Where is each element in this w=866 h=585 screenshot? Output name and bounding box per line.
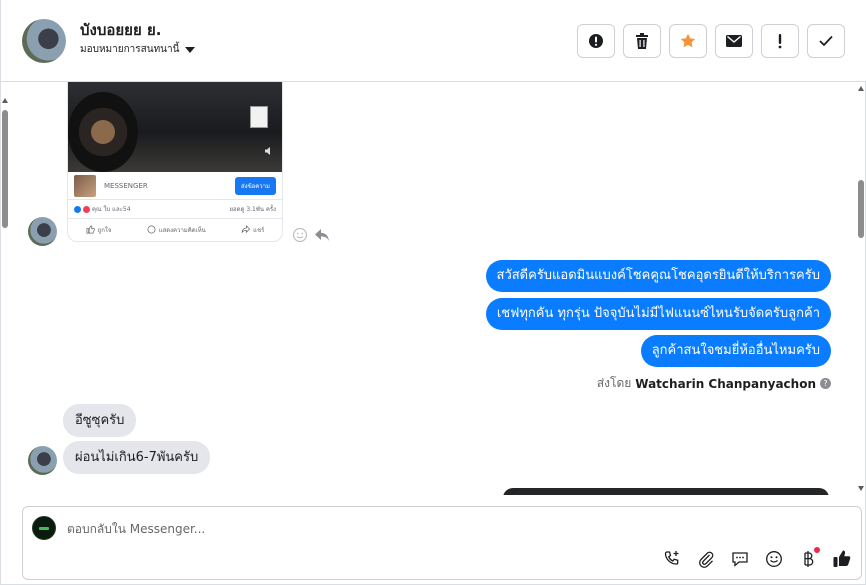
left-scrollbar[interactable] <box>1 98 9 483</box>
caret-down-icon <box>185 46 196 53</box>
exclamation-circle-icon <box>589 34 603 48</box>
done-button[interactable] <box>807 24 845 58</box>
star-icon <box>680 33 696 48</box>
incoming-message[interactable]: ผ่อนไม่เกิน6-7พันครับ <box>63 441 211 474</box>
attachment-button[interactable] <box>696 549 716 569</box>
assign-label: มอบหมายการสนทนานี้ <box>80 44 180 55</box>
inbox-conversation-panel: บังบอยยย ย. มอบหมายการสนทนานี้ MESSENGER… <box>0 0 866 585</box>
like-icon <box>833 550 851 567</box>
composer-tools <box>662 547 852 569</box>
like-send-button[interactable] <box>832 549 852 569</box>
license-plate-image <box>250 106 268 128</box>
contact-name[interactable]: บังบอยยย ย. <box>80 18 161 42</box>
attachment-icon <box>699 551 714 568</box>
saved-replies-icon <box>732 552 748 567</box>
message-tools <box>292 227 330 243</box>
like-post-button[interactable]: ถูกใจ <box>86 225 112 235</box>
share-label: แชร์ <box>253 226 265 234</box>
check-icon <box>819 35 833 47</box>
comment-post-button[interactable]: แสดงความคิดเห็น <box>147 225 206 235</box>
add-call-button[interactable] <box>662 549 682 569</box>
shared-post-card[interactable]: MESSENGER ส่งข้อความ คุณ ใบ และ54 ยอดดู … <box>67 82 283 242</box>
react-emoji-icon[interactable] <box>292 227 308 243</box>
incoming-message[interactable]: อีซูซุครับ <box>63 404 137 437</box>
scrollbar-thumb[interactable] <box>2 110 8 228</box>
partial-message-bubble[interactable] <box>503 488 829 495</box>
reply-icon[interactable] <box>314 228 330 242</box>
scroll-up-arrow-icon[interactable] <box>858 86 864 91</box>
right-scrollbar[interactable] <box>857 82 865 495</box>
love-reaction-icon <box>83 205 90 213</box>
post-reactions[interactable]: คุณ ใบ และ54 <box>74 204 131 214</box>
messenger-label: MESSENGER <box>104 181 148 190</box>
help-icon[interactable]: ? <box>820 378 831 389</box>
page-logo-avatar <box>32 516 56 540</box>
car-wheel-image <box>68 92 138 172</box>
volume-icon[interactable] <box>264 146 274 156</box>
delete-button[interactable] <box>623 24 661 58</box>
outgoing-message[interactable]: ลูกค้าสนใจชมยี่ห้ออื่นไหมครับ <box>640 335 831 367</box>
page-thumbnail <box>74 174 96 197</box>
spam-button[interactable] <box>577 24 615 58</box>
comment-icon <box>147 225 156 234</box>
reply-input[interactable] <box>67 519 667 539</box>
mark-unread-button[interactable] <box>715 24 753 58</box>
comment-label: แสดงความคิดเห็น <box>158 226 206 234</box>
share-post-button[interactable]: แชร์ <box>241 225 264 235</box>
views-text: ยอดดู 3.1พัน ครั้ง <box>229 206 277 213</box>
assign-conversation-dropdown[interactable]: มอบหมายการสนทนานี้ <box>80 42 196 57</box>
send-message-button[interactable]: ส่งข้อความ <box>234 176 276 195</box>
sent-by-name[interactable]: Watcharin Chanpanyachon <box>635 377 816 391</box>
contact-avatar-small <box>28 446 57 475</box>
message-thread[interactable]: MESSENGER ส่งข้อความ คุณ ใบ และ54 ยอดดู … <box>1 82 866 495</box>
like-label: ถูกใจ <box>97 226 112 234</box>
saved-replies-button[interactable] <box>730 549 750 569</box>
scroll-down-arrow-icon[interactable] <box>858 486 864 491</box>
exclamation-icon <box>778 34 782 49</box>
share-icon <box>241 225 251 234</box>
post-photo <box>68 82 282 172</box>
post-messenger-bar: MESSENGER ส่งข้อความ <box>68 172 282 200</box>
payment-button[interactable] <box>798 547 820 569</box>
emoji-button[interactable] <box>764 549 784 569</box>
scrollbar-thumb[interactable] <box>858 180 864 238</box>
trash-icon <box>636 33 648 49</box>
sent-by-prefix: ส่งโดย <box>596 376 632 390</box>
add-call-icon <box>664 551 679 565</box>
outgoing-message[interactable]: เชฟทุกคัน ทุกรุ่น ปัจจุบันไม่มีไฟแนนซ์ไห… <box>485 298 831 330</box>
conversation-header: บังบอยยย ย. มอบหมายการสนทนานี้ <box>1 0 866 82</box>
outgoing-message[interactable]: สวัสดีครับแอดมินแบงค์โชคคูณโชคอุดรยินดีใ… <box>485 260 831 292</box>
contact-avatar-small <box>28 217 57 246</box>
sent-by-line: ส่งโดย Watcharin Chanpanyachon ? <box>597 374 831 393</box>
post-stats: คุณ ใบ และ54 ยอดดู 3.1พัน ครั้ง <box>68 200 282 218</box>
payment-icon <box>804 551 814 567</box>
notification-dot <box>814 547 820 553</box>
envelope-icon <box>726 35 742 47</box>
reply-composer <box>22 506 862 580</box>
like-reaction-icon <box>74 205 81 213</box>
contact-avatar[interactable] <box>22 19 66 63</box>
thumbs-up-icon <box>86 225 95 234</box>
header-actions <box>577 24 845 58</box>
follow-up-button[interactable] <box>669 24 707 58</box>
priority-button[interactable] <box>761 24 799 58</box>
reactions-text: คุณ ใบ และ54 <box>92 206 131 213</box>
emoji-icon <box>766 551 782 567</box>
post-action-buttons: ถูกใจ แสดงความคิดเห็น แชร์ <box>68 218 282 240</box>
scroll-up-arrow-icon[interactable] <box>2 98 8 103</box>
